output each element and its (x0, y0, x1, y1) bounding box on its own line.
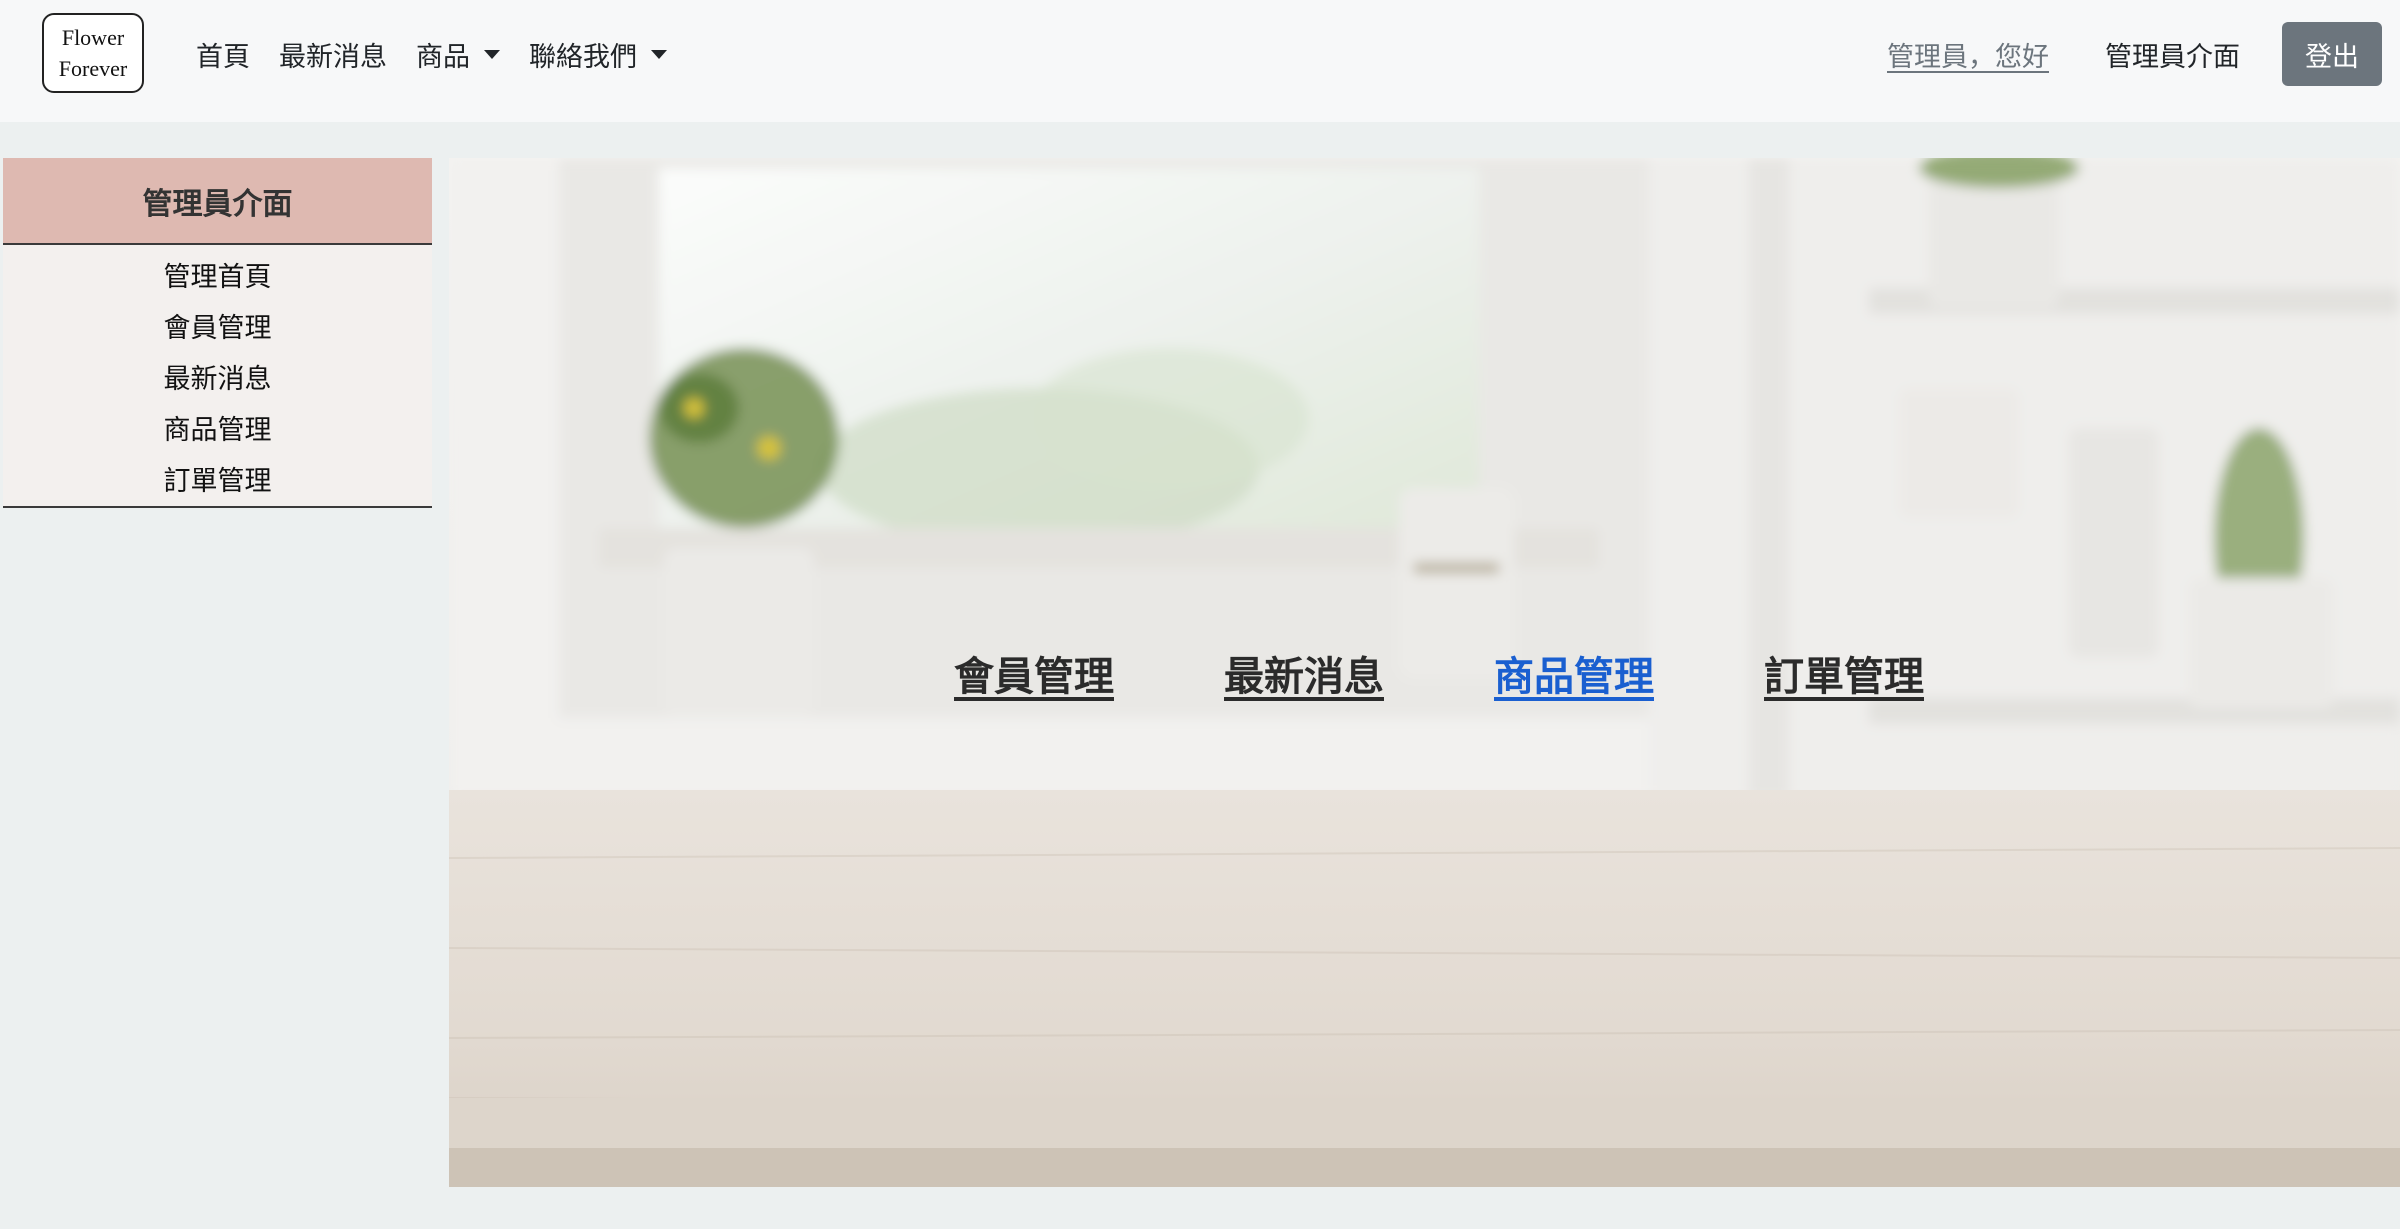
sidebar-item-orders[interactable]: 訂單管理 (3, 453, 432, 504)
main-nav: 首頁 最新消息 商品 聯絡我們 (196, 0, 696, 108)
top-navbar: Flower Forever 首頁 最新消息 商品 聯絡我們 管理員，您好 管理… (0, 0, 2400, 122)
user-nav: 管理員，您好 管理員介面 登出 (1887, 0, 2382, 108)
nav-news-link[interactable]: 最新消息 (279, 35, 387, 74)
brand-line-1: Flower (61, 25, 125, 50)
hero-quick-links: 會員管理 最新消息 商品管理 訂單管理 (954, 644, 2034, 702)
hero-link-orders[interactable]: 訂單管理 (1764, 644, 1924, 702)
brand-line-2: Forever (58, 56, 128, 81)
nav-products-dropdown[interactable]: 商品 (416, 35, 500, 74)
admin-sidebar: 管理員介面 管理首頁 會員管理 最新消息 商品管理 訂單管理 (3, 158, 432, 508)
hero-banner: 會員管理 最新消息 商品管理 訂單管理 (449, 158, 2400, 1187)
nav-contact-dropdown[interactable]: 聯絡我們 (529, 35, 667, 74)
sidebar-menu: 管理首頁 會員管理 最新消息 商品管理 訂單管理 (3, 245, 432, 508)
nav-home-link[interactable]: 首頁 (196, 35, 250, 74)
sidebar-item-admin-home[interactable]: 管理首頁 (3, 249, 432, 300)
hero-link-products[interactable]: 商品管理 (1494, 644, 1654, 702)
chevron-down-icon (651, 49, 667, 59)
sidebar-item-members[interactable]: 會員管理 (3, 300, 432, 351)
logout-button[interactable]: 登出 (2282, 22, 2382, 86)
user-greeting-link[interactable]: 管理員，您好 (1887, 35, 2049, 74)
chevron-down-icon (484, 49, 500, 59)
nav-contact-label: 聯絡我們 (529, 41, 637, 73)
nav-products-label: 商品 (416, 41, 470, 73)
hero-link-news[interactable]: 最新消息 (1224, 644, 1384, 702)
sidebar-title: 管理員介面 (3, 158, 432, 245)
admin-interface-link[interactable]: 管理員介面 (2105, 35, 2240, 74)
sidebar-item-products[interactable]: 商品管理 (3, 402, 432, 453)
hero-link-members[interactable]: 會員管理 (954, 644, 1114, 702)
sidebar-item-news[interactable]: 最新消息 (3, 351, 432, 402)
brand-logo[interactable]: Flower Forever (42, 13, 144, 93)
